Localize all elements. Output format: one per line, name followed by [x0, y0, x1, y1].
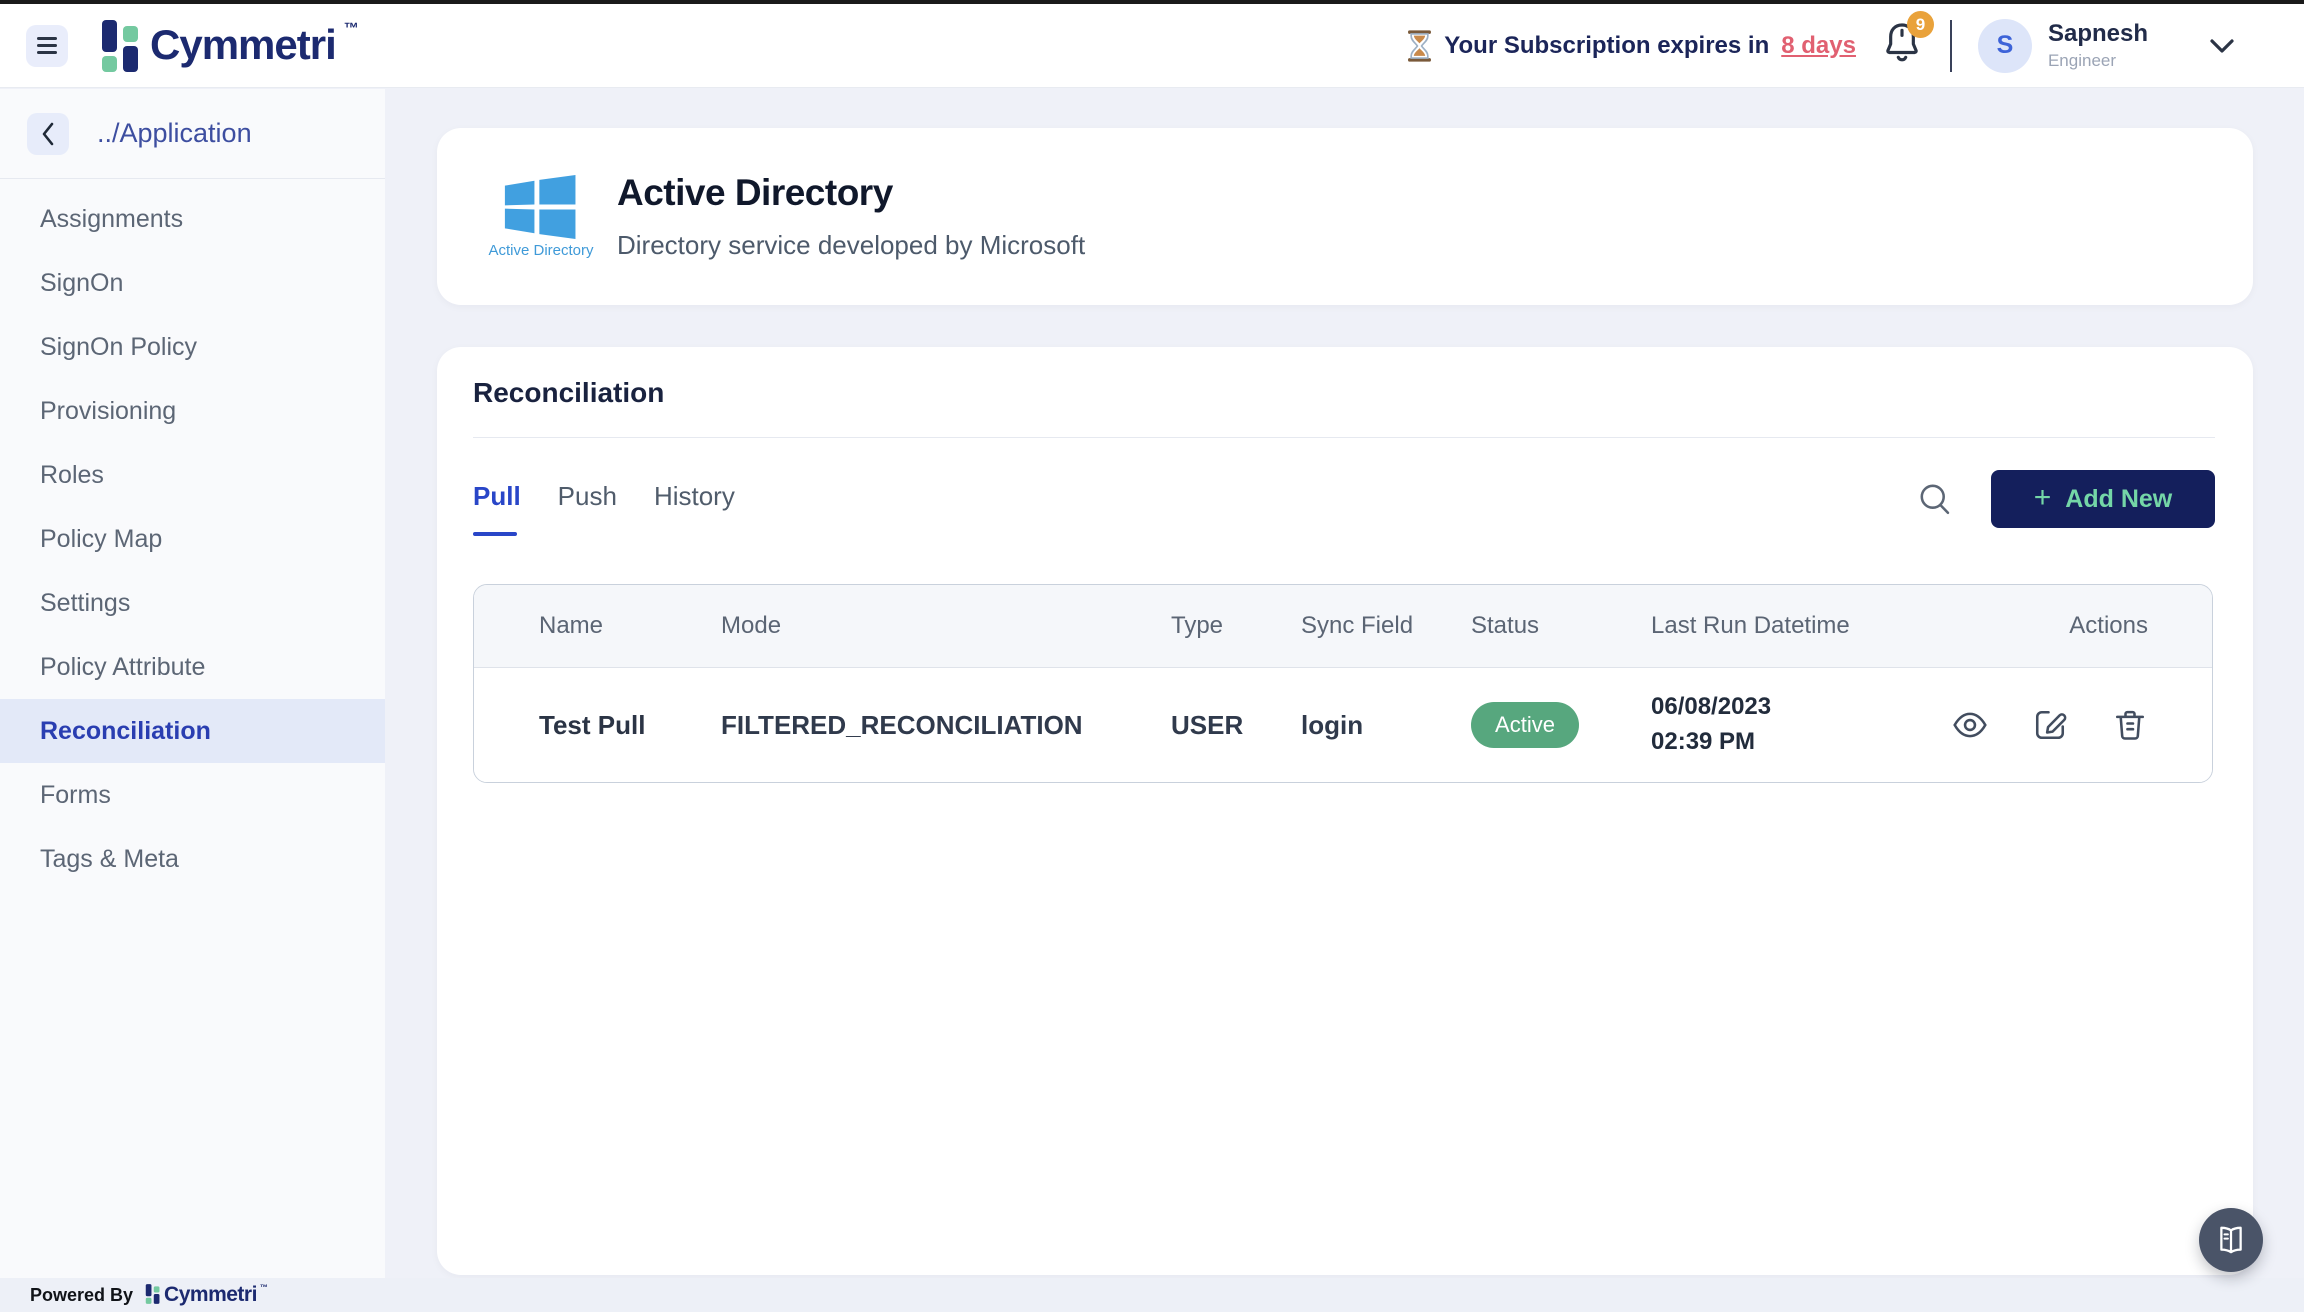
- user-name: Sapnesh: [2048, 20, 2148, 48]
- chevron-down-icon: [2206, 36, 2238, 56]
- avatar-initial: S: [1997, 31, 2014, 60]
- top-header: Cymmetri ™ Your Subscription expires in …: [0, 4, 2304, 88]
- tab-pull[interactable]: Pull: [473, 481, 521, 518]
- footer: Powered By Cymmetri ™: [0, 1278, 2304, 1312]
- sidebar-item-reconciliation[interactable]: Reconciliation: [0, 699, 385, 763]
- application-logo-caption: Active Directory: [488, 242, 593, 259]
- cell-actions: [1951, 707, 2212, 743]
- reconciliation-table: NameModeTypeSync FieldStatusLast Run Dat…: [473, 584, 2213, 783]
- add-new-button[interactable]: + Add New: [1991, 470, 2215, 528]
- column-header-sync-field: Sync Field: [1301, 612, 1471, 640]
- sidebar-item-forms[interactable]: Forms: [0, 763, 385, 827]
- edit-button[interactable]: [2032, 707, 2068, 743]
- windows-flag-icon: [504, 175, 578, 239]
- tabs-row: Pull Push History + Add New: [473, 458, 2215, 540]
- subscription-days-link[interactable]: 8 days: [1781, 32, 1856, 60]
- section-title: Reconciliation: [473, 377, 2215, 409]
- plus-icon: +: [2034, 483, 2052, 513]
- help-docs-fab[interactable]: [2199, 1208, 2263, 1272]
- eye-icon: [1952, 707, 1988, 743]
- cell-mode: FILTERED_RECONCILIATION: [721, 710, 1171, 741]
- hamburger-icon: [37, 37, 57, 54]
- user-menu-button[interactable]: [2206, 36, 2238, 56]
- cell-sync-field: login: [1301, 710, 1471, 741]
- footer-logo: Cymmetri ™: [145, 1283, 268, 1307]
- cell-name: Test Pull: [474, 710, 721, 741]
- subscription-text: Your Subscription expires in: [1444, 32, 1769, 60]
- footer-logo-trademark: ™: [260, 1283, 268, 1292]
- column-header-status: Status: [1471, 612, 1651, 640]
- application-header-card: Active Directory Active Directory Direct…: [437, 128, 2253, 305]
- view-button[interactable]: [1952, 707, 1988, 743]
- notification-count-badge: 9: [1907, 11, 1934, 38]
- screen: Cymmetri ™ Your Subscription expires in …: [0, 0, 2304, 1312]
- application-description: Directory service developed by Microsoft: [617, 230, 1085, 261]
- last-run-time: 02:39 PM: [1651, 725, 1951, 760]
- user-info: Sapnesh Engineer: [2048, 20, 2148, 70]
- section-divider: [473, 437, 2215, 438]
- search-button[interactable]: [1917, 481, 1953, 517]
- book-icon: [2214, 1223, 2248, 1257]
- table-header-row: NameModeTypeSync FieldStatusLast Run Dat…: [474, 585, 2212, 668]
- sidebar-item-provisioning[interactable]: Provisioning: [0, 379, 385, 443]
- sidebar-item-policy-map[interactable]: Policy Map: [0, 507, 385, 571]
- search-icon: [1917, 481, 1953, 517]
- sidebar-item-roles[interactable]: Roles: [0, 443, 385, 507]
- sidebar: ../Application AssignmentsSignOnSignOn P…: [0, 89, 385, 1278]
- delete-button[interactable]: [2112, 707, 2148, 743]
- notifications-button[interactable]: 9: [1882, 21, 1922, 70]
- cell-last-run: 06/08/2023 02:39 PM: [1651, 690, 1951, 760]
- sidebar-item-policy-attribute[interactable]: Policy Attribute: [0, 635, 385, 699]
- cymmetri-mark-icon: [100, 18, 142, 74]
- page-title: Active Directory: [617, 172, 1085, 214]
- logo-wordmark: Cymmetri: [150, 18, 336, 72]
- tab-push[interactable]: Push: [558, 481, 617, 518]
- table-row[interactable]: Test Pull FILTERED_RECONCILIATION USER l…: [474, 668, 2212, 782]
- cell-status: Active: [1471, 702, 1651, 748]
- avatar[interactable]: S: [1978, 19, 2032, 73]
- column-header-name: Name: [474, 612, 721, 640]
- header-divider: [1950, 20, 1952, 72]
- sidebar-item-settings[interactable]: Settings: [0, 571, 385, 635]
- main-content: Active Directory Active Directory Direct…: [385, 89, 2304, 1278]
- column-header-actions: Actions: [2069, 612, 2212, 640]
- logo-trademark: ™: [344, 20, 359, 37]
- application-title-block: Active Directory Directory service devel…: [617, 172, 1085, 261]
- sidebar-nav: AssignmentsSignOnSignOn PolicyProvisioni…: [0, 179, 385, 891]
- user-role: Engineer: [2048, 51, 2148, 71]
- sidebar-item-signon-policy[interactable]: SignOn Policy: [0, 315, 385, 379]
- trash-icon: [2112, 707, 2148, 743]
- add-new-label: Add New: [2065, 485, 2172, 514]
- tab-history[interactable]: History: [654, 481, 735, 518]
- application-logo: Active Directory: [489, 175, 593, 259]
- subscription-notice: Your Subscription expires in 8 days: [1407, 30, 1856, 62]
- column-header-mode: Mode: [721, 612, 1171, 640]
- hourglass-icon: [1407, 30, 1432, 62]
- sidebar-item-signon[interactable]: SignOn: [0, 251, 385, 315]
- sidebar-back-row: ../Application: [0, 89, 385, 179]
- sidebar-item-assignments[interactable]: Assignments: [0, 187, 385, 251]
- header-right-cluster: Your Subscription expires in 8 days 9 S …: [1407, 19, 2238, 73]
- cell-type: USER: [1171, 710, 1301, 741]
- column-header-type: Type: [1171, 612, 1301, 640]
- status-badge: Active: [1471, 702, 1579, 748]
- powered-by-label: Powered By: [30, 1285, 133, 1306]
- tabs: Pull Push History: [473, 481, 735, 518]
- chevron-left-icon: [39, 121, 57, 147]
- edit-icon: [2032, 707, 2068, 743]
- sidebar-item-tags-meta[interactable]: Tags & Meta: [0, 827, 385, 891]
- footer-logo-wordmark: Cymmetri: [164, 1283, 257, 1307]
- back-button[interactable]: [27, 113, 69, 155]
- hamburger-menu-button[interactable]: [26, 25, 68, 67]
- cymmetri-mark-icon: [145, 1283, 161, 1305]
- reconciliation-card: Reconciliation Pull Push History + Add New: [437, 347, 2253, 1275]
- app-logo[interactable]: Cymmetri ™: [100, 18, 359, 74]
- breadcrumb[interactable]: ../Application: [97, 118, 252, 149]
- column-header-last-run-datetime: Last Run Datetime: [1651, 612, 1951, 640]
- last-run-date: 06/08/2023: [1651, 690, 1951, 725]
